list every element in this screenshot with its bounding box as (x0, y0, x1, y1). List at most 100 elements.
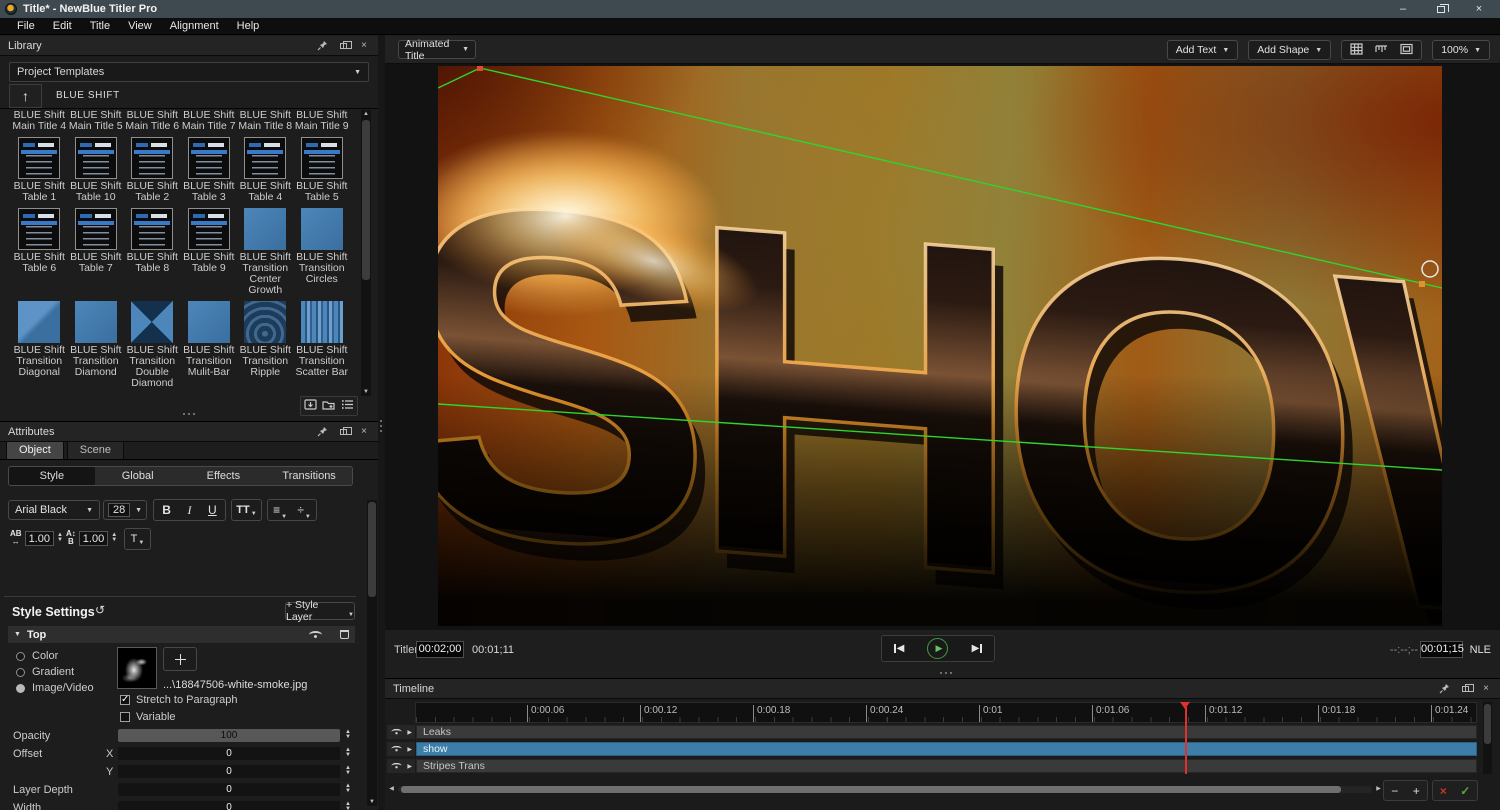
image-position-button[interactable] (163, 647, 197, 671)
pin-icon[interactable] (316, 426, 328, 438)
zoom-level-select[interactable]: 100% ▼ (1432, 40, 1490, 60)
scene-select[interactable]: Animated Title ▼ (398, 40, 476, 59)
scroll-left-icon[interactable]: ◀ (387, 785, 396, 794)
template-item[interactable]: BLUE Shift Table 8 (124, 208, 181, 296)
checkbox-icon[interactable] (120, 712, 130, 722)
template-item[interactable]: BLUE Shift Transition Mulit-Bar (181, 301, 238, 389)
collapse-icon[interactable]: ▼ (14, 631, 21, 638)
restore-button[interactable] (1434, 3, 1448, 15)
save-template-icon[interactable] (304, 398, 317, 414)
reset-style-icon[interactable]: ↺ (92, 603, 108, 619)
template-item[interactable]: BLUE Shift Table 10 (68, 137, 125, 203)
new-folder-icon[interactable] (322, 398, 335, 414)
scroll-right-icon[interactable]: ▶ (1374, 785, 1383, 794)
template-item[interactable]: BLUE Shift Transition Scatter Bar (294, 301, 351, 389)
style-layer-header[interactable]: ▼ Top (8, 626, 355, 643)
cancel-button[interactable]: × (1440, 784, 1447, 798)
tab-object[interactable]: Object (6, 441, 64, 459)
delete-layer-icon[interactable] (340, 630, 349, 639)
track-visibility-icon[interactable] (391, 746, 401, 752)
float-panel-icon[interactable] (1459, 683, 1471, 695)
scroll-down-icon[interactable]: ▼ (361, 389, 371, 395)
add-style-layer-button[interactable]: + Style Layer ▼ (285, 602, 355, 620)
timeline-ruler[interactable]: 0:00.06 0:00.12 0:00.18 0:00.24 0:01 0:0… (415, 702, 1477, 723)
template-item[interactable]: BLUE Shift Table 6 (11, 208, 68, 296)
zoom-in-button[interactable]: + (1413, 784, 1420, 798)
track-clip[interactable]: Leaks (416, 725, 1477, 739)
scrollbar-thumb[interactable] (368, 502, 376, 597)
checkbox-checked-icon[interactable] (120, 695, 130, 705)
template-item[interactable]: BLUE Shift Table 3 (181, 137, 238, 203)
rotation-handle[interactable] (1422, 261, 1438, 277)
template-item[interactable]: BLUE Shift Main Title 5 (68, 110, 125, 132)
template-item[interactable]: BLUE Shift Main Title 4 (11, 110, 68, 132)
offset-x-slider[interactable]: 0 (118, 747, 340, 760)
close-panel-icon[interactable]: × (358, 40, 370, 52)
close-panel-icon[interactable]: × (1480, 683, 1492, 695)
float-panel-icon[interactable] (337, 426, 349, 438)
width-slider[interactable]: 0 (118, 801, 340, 810)
slider-stepper[interactable]: ▲▼ (345, 784, 351, 794)
scroll-down-icon[interactable]: ▼ (367, 799, 377, 805)
template-item[interactable]: BLUE Shift Transition Circles (294, 208, 351, 296)
template-item[interactable]: BLUE Shift Transition Double Diamond (124, 301, 181, 389)
tracking-value[interactable]: 1.00 (25, 531, 54, 546)
safe-area-toggle-icon[interactable] (1400, 43, 1413, 58)
render-canvas[interactable]: SHOW SHOW (438, 66, 1442, 626)
slider-stepper[interactable]: ▲▼ (345, 730, 351, 740)
leading-value[interactable]: 1.00 (79, 531, 108, 546)
menu-alignment[interactable]: Alignment (161, 20, 228, 32)
fill-option-gradient[interactable]: Gradient (16, 666, 74, 678)
close-panel-icon[interactable]: × (358, 426, 370, 438)
timeline-vertical-scrollbar[interactable] (1483, 702, 1492, 774)
skip-to-end-button[interactable]: ▶ (972, 643, 983, 654)
track-expand-icon[interactable]: ▶ (407, 746, 412, 753)
menu-help[interactable]: Help (228, 20, 269, 32)
template-item[interactable]: BLUE Shift Table 5 (294, 137, 351, 203)
italic-button[interactable]: I (187, 503, 191, 518)
ruler-toggle-icon[interactable] (1375, 43, 1388, 58)
fill-option-image-video[interactable]: Image/Video (16, 682, 94, 694)
variable-option[interactable]: Variable (120, 711, 176, 723)
horizontal-align-button[interactable]: ≡▼ (273, 503, 287, 517)
track-visibility-icon[interactable] (391, 729, 401, 735)
track-expand-icon[interactable]: ▶ (407, 763, 412, 770)
radio-icon[interactable] (16, 668, 25, 677)
track-expand-icon[interactable]: ▶ (407, 729, 412, 736)
timeline-horizontal-scrollbar[interactable]: ◀ ▶ (387, 785, 1383, 794)
menu-edit[interactable]: Edit (44, 20, 81, 32)
scrollbar-thumb[interactable] (1484, 704, 1491, 744)
track-visibility-icon[interactable] (391, 763, 401, 769)
add-shape-button[interactable]: Add Shape ▼ (1248, 40, 1331, 60)
template-item[interactable]: BLUE Shift Main Title 9 (294, 110, 351, 132)
offset-y-slider[interactable]: 0 (118, 765, 340, 778)
template-item[interactable]: BLUE Shift Main Title 7 (181, 110, 238, 132)
caps-button[interactable]: TT ▼ (231, 499, 262, 521)
template-item[interactable]: BLUE Shift Main Title 8 (237, 110, 294, 132)
grid-toggle-icon[interactable] (1350, 43, 1363, 58)
radio-icon[interactable] (16, 652, 25, 661)
apply-button[interactable]: ✓ (1460, 784, 1470, 798)
menu-file[interactable]: File (8, 20, 44, 32)
stretch-to-paragraph-option[interactable]: Stretch to Paragraph (120, 694, 238, 706)
template-item[interactable]: BLUE Shift Table 2 (124, 137, 181, 203)
close-button[interactable]: × (1472, 3, 1486, 15)
fill-option-color[interactable]: Color (16, 650, 58, 662)
subtab-effects[interactable]: Effects (181, 467, 267, 485)
navigate-up-button[interactable]: ↑ (9, 84, 42, 108)
zoom-out-button[interactable]: − (1391, 784, 1398, 798)
radio-icon-selected[interactable] (16, 684, 25, 693)
scroll-up-icon[interactable]: ▲ (361, 111, 371, 117)
scrollbar-thumb[interactable] (362, 120, 370, 280)
timeline-resize-handle[interactable] (933, 672, 959, 674)
text-case-button[interactable]: T ▼ (124, 528, 151, 550)
slider-stepper[interactable]: ▲▼ (345, 748, 351, 758)
float-panel-icon[interactable] (337, 40, 349, 52)
minimize-button[interactable]: – (1396, 3, 1410, 15)
underline-button[interactable]: U (208, 503, 217, 517)
font-family-select[interactable]: Arial Black ▼ (8, 500, 100, 520)
subtab-transitions[interactable]: Transitions (266, 467, 352, 485)
guide-vertex-handle[interactable] (477, 66, 483, 71)
layer-visibility-icon[interactable] (309, 631, 322, 639)
tracking-stepper[interactable]: ▲▼ (57, 533, 63, 543)
